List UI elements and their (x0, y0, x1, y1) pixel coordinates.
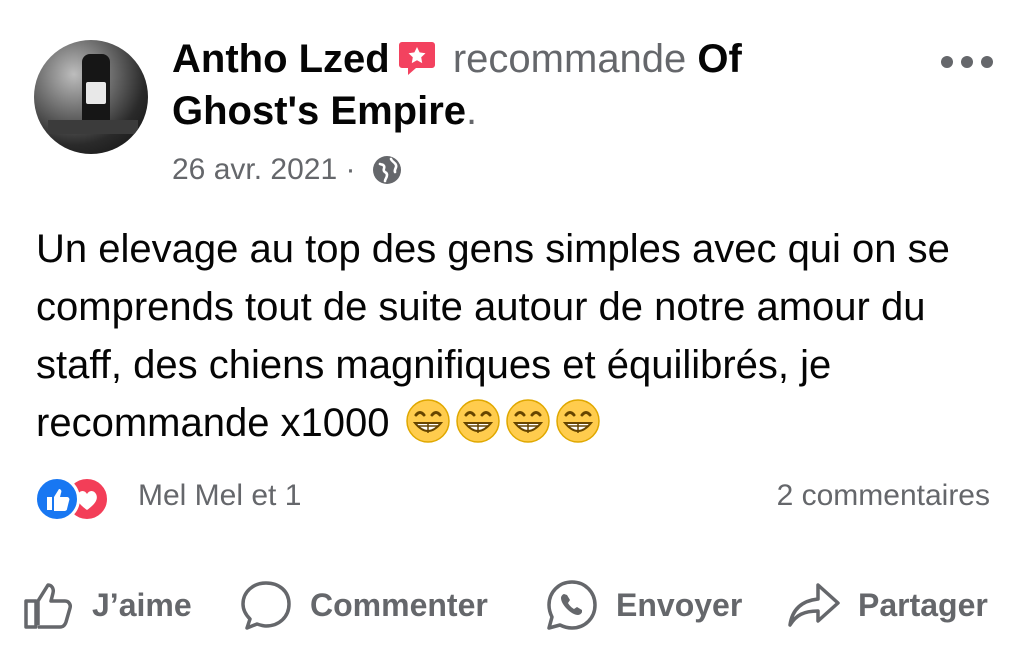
avatar[interactable] (34, 40, 148, 154)
whatsapp-icon (547, 580, 597, 630)
globe-icon (372, 156, 401, 184)
header-period: . (466, 89, 478, 133)
grinning-face-emoji-icon (405, 399, 450, 443)
like-reaction-icon (34, 476, 80, 522)
meta-separator: · (345, 153, 356, 186)
share-label: Partager (858, 586, 988, 623)
post-actions-bar: J’aime Commenter Envoyer Partager (0, 570, 1024, 640)
grinning-face-emoji-icon (555, 399, 600, 443)
comment-bubble-icon (241, 581, 291, 630)
more-options-icon[interactable] (938, 52, 996, 72)
send-button[interactable]: Envoyer (544, 570, 742, 640)
author-name[interactable]: Antho Lzed (172, 37, 390, 81)
reaction-icons[interactable] (34, 476, 134, 522)
share-arrow-icon (788, 583, 840, 627)
like-label: J’aime (92, 586, 192, 623)
comments-count[interactable]: 2 commentaires (777, 478, 990, 514)
recommend-verb: recommande (452, 37, 687, 81)
post-header-line1: Antho Lzed recommande Of (172, 36, 742, 82)
post-meta: 26 avr. 2021 · (172, 150, 402, 190)
recommend-badge-icon (398, 42, 435, 75)
reaction-names[interactable]: Mel Mel et 1 (138, 478, 301, 514)
share-button[interactable]: Partager (786, 570, 988, 640)
post-date[interactable]: 26 avr. 2021 (172, 153, 337, 186)
comment-button[interactable]: Commenter (238, 570, 488, 640)
avatar-table-shape (48, 120, 138, 134)
avatar-bottle-label-shape (86, 82, 106, 104)
post-body: Un elevage au top des gens simples avec … (36, 220, 996, 452)
like-button[interactable]: J’aime (20, 570, 192, 640)
send-label: Envoyer (616, 586, 743, 623)
grinning-face-emoji-icon (455, 399, 500, 443)
page-name-line2[interactable]: Ghost's Empire (172, 89, 466, 133)
thumbs-up-icon (24, 583, 72, 629)
comment-label: Commenter (310, 586, 488, 623)
post-header-line2: Ghost's Empire. (172, 88, 477, 134)
grinning-face-emoji-icon (505, 399, 550, 443)
page-name-line1[interactable]: Of (697, 37, 741, 81)
